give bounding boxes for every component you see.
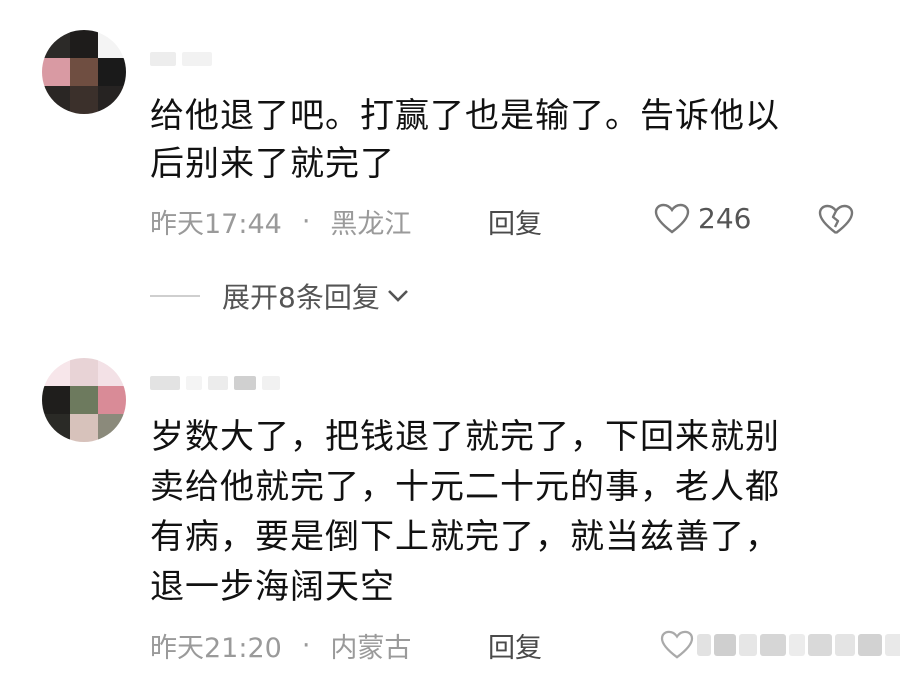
comment-text: 岁数大了，把钱退了就完了，下回来就别 卖给他就完了，十元二十元的事，老人都 有病… (150, 412, 780, 612)
heart-outline-icon (660, 630, 694, 659)
comment-time: 昨天21:20 (150, 633, 282, 664)
avatar[interactable] (42, 358, 126, 442)
comment-location: 内蒙古 (330, 633, 412, 664)
comment-text-line: 岁数大了，把钱退了就完了，下回来就别 (150, 417, 780, 457)
comment-2: 岁数大了，把钱退了就完了，下回来就别 卖给他就完了，十元二十元的事，老人都 有病… (0, 340, 900, 682)
reply-button[interactable]: 回复 (488, 626, 542, 665)
comment-meta: 昨天21:20 · 内蒙古 (150, 626, 411, 665)
comment-meta: 昨天17:44 · 黑龙江 (150, 202, 411, 241)
meta-separator: · (301, 206, 311, 237)
comment-location: 黑龙江 (330, 209, 412, 240)
comment-text-line: 后别来了就完了 (150, 144, 395, 184)
expand-replies-button[interactable]: 展开8条回复 (150, 276, 410, 316)
like-area-obscured[interactable] (660, 630, 900, 660)
expand-replies-label: 展开8条回复 (222, 281, 380, 314)
avatar[interactable] (42, 30, 126, 114)
comment-time: 昨天17:44 (150, 209, 282, 240)
like-count: 246 (698, 202, 752, 235)
comment-text-line: 有病，要是倒下上就完了，就当兹善了， (150, 517, 780, 557)
comment-text-line: 给他退了吧。打赢了也是输了。告诉他以 (150, 96, 780, 136)
divider-line (150, 295, 200, 297)
reply-button[interactable]: 回复 (488, 202, 542, 241)
comment-text: 给他退了吧。打赢了也是输了。告诉他以 后别来了就完了 (150, 92, 780, 188)
chevron-down-icon (387, 290, 408, 302)
comment-text-line: 卖给他就完了，十元二十元的事，老人都 (150, 467, 780, 507)
comment-1: 给他退了吧。打赢了也是输了。告诉他以 后别来了就完了 昨天17:44 · 黑龙江… (0, 0, 900, 330)
like-button[interactable]: 246 (654, 202, 751, 235)
heart-outline-icon (654, 203, 690, 234)
meta-separator: · (301, 630, 311, 661)
broken-heart-icon (818, 204, 854, 234)
comment-text-line: 退一步海阔天空 (150, 567, 395, 607)
username-obscured[interactable] (150, 376, 280, 390)
username-obscured[interactable] (150, 52, 212, 66)
dislike-button[interactable] (818, 204, 854, 240)
